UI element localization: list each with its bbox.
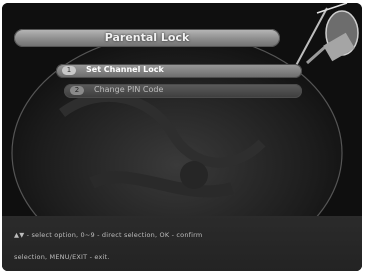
help-text-line-2: selection, MENU/EXIT - exit.: [14, 253, 110, 261]
help-bar: ▲▼ - select option, 0~9 - direct selecti…: [2, 216, 362, 271]
menu-item-label: Set Channel Lock: [86, 65, 164, 74]
tv-screen: Parental Lock 1 Set Channel Lock 2 Chang…: [2, 3, 362, 271]
menu-title: Parental Lock: [104, 31, 190, 44]
menu-item-number: 1: [62, 66, 76, 75]
menu-item-number: 2: [70, 86, 84, 95]
menu-item-change-pin-code[interactable]: 2 Change PIN Code: [64, 84, 302, 98]
menu-item-set-channel-lock[interactable]: 1 Set Channel Lock: [56, 64, 302, 78]
help-text-line-1: ▲▼ - select option, 0~9 - direct selecti…: [14, 231, 203, 239]
menu-item-label: Change PIN Code: [94, 85, 164, 94]
menu-title-bar: Parental Lock: [14, 29, 280, 47]
